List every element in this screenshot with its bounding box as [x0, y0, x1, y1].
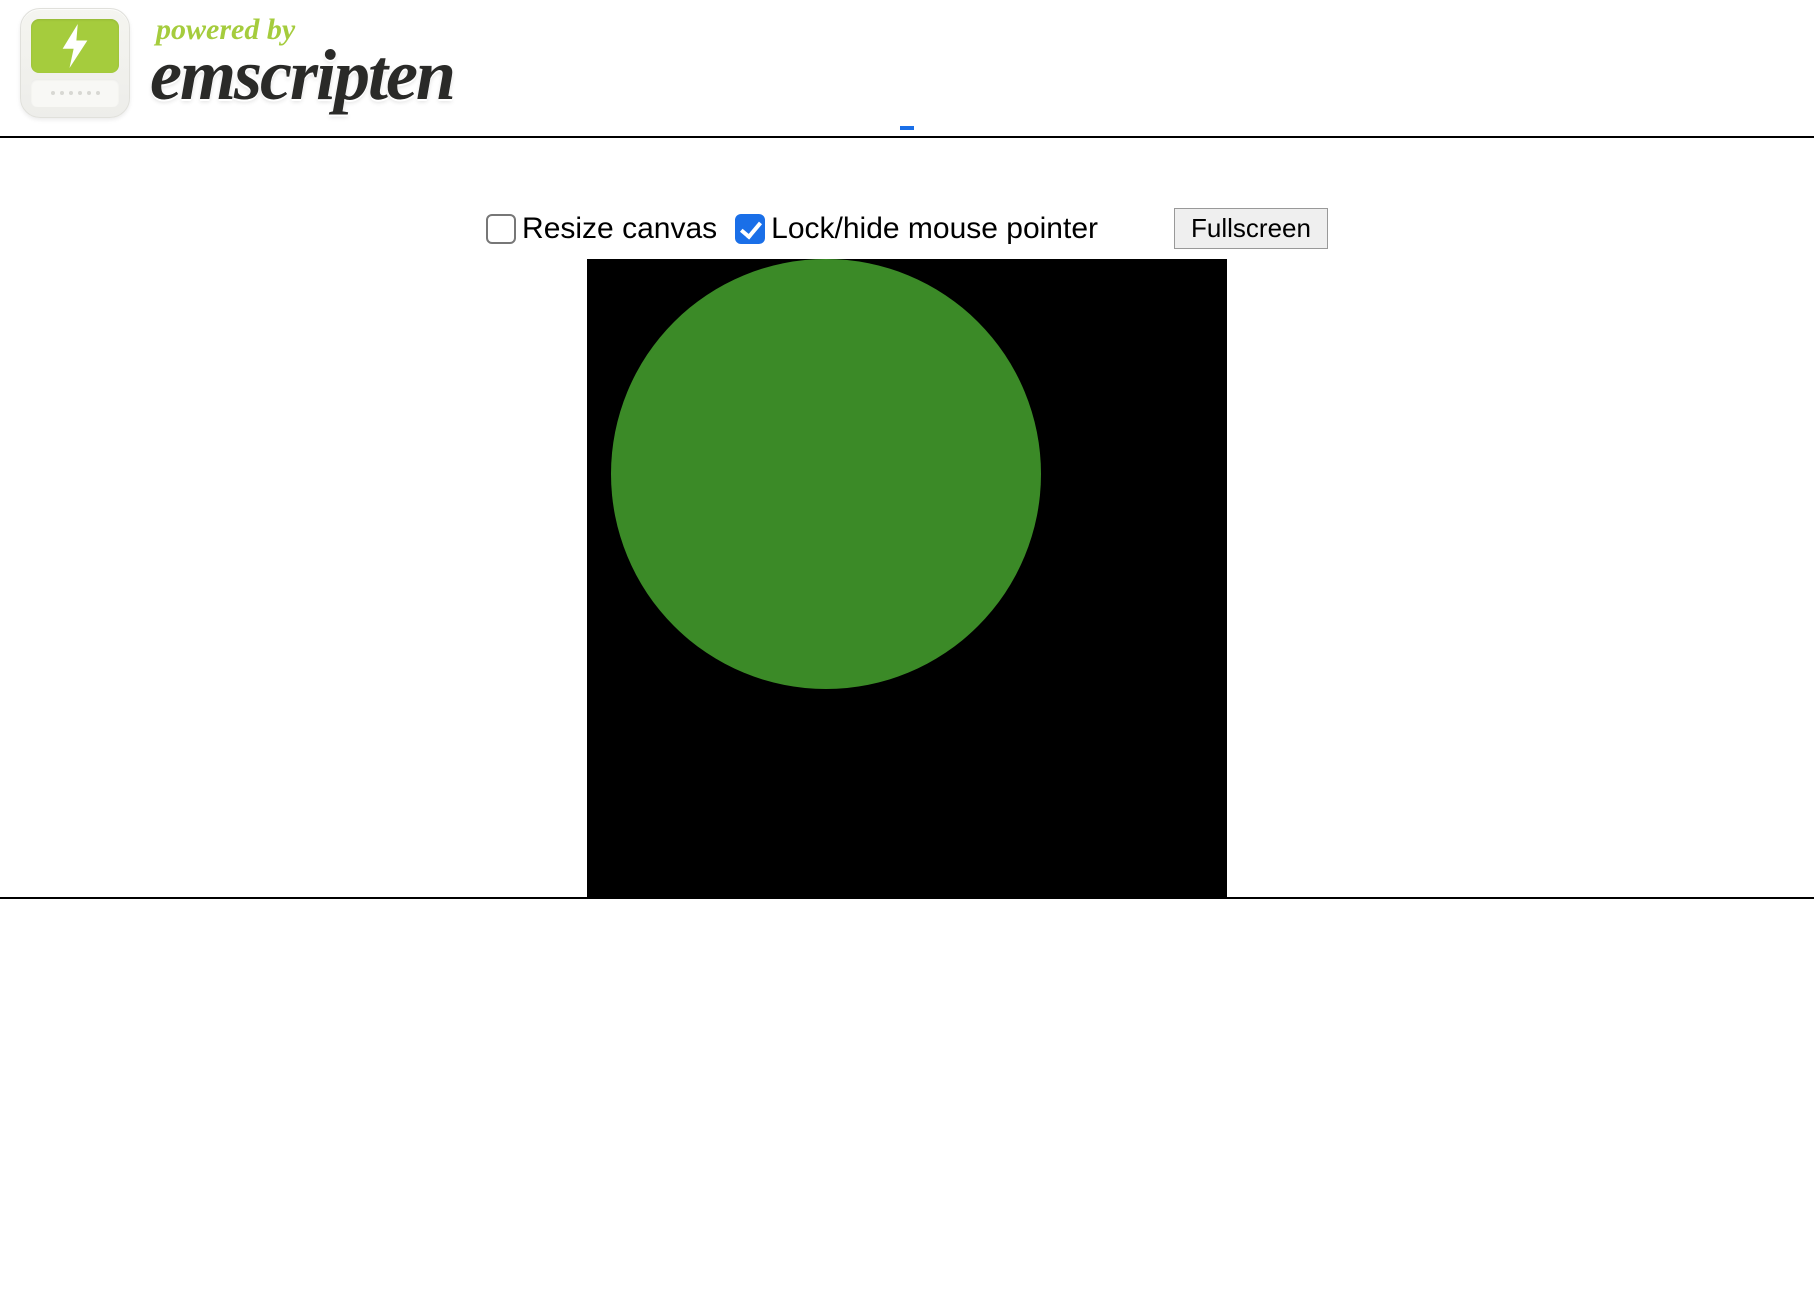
- resize-canvas-control[interactable]: Resize canvas: [486, 212, 717, 246]
- fullscreen-button[interactable]: Fullscreen: [1174, 208, 1328, 249]
- brand-text: powered by emscripten: [150, 15, 454, 111]
- bottom-divider: [0, 897, 1814, 899]
- logo-bolt-panel: [31, 19, 119, 73]
- resize-canvas-label: Resize canvas: [522, 212, 717, 246]
- logo-keyboard-strip: [31, 79, 119, 107]
- controls-row: Resize canvas Lock/hide mouse pointer Fu…: [0, 138, 1814, 259]
- rendered-circle: [611, 259, 1041, 689]
- lock-pointer-control[interactable]: Lock/hide mouse pointer: [735, 212, 1098, 246]
- header: powered by emscripten: [0, 0, 1814, 126]
- canvas-section: Resize canvas Lock/hide mouse pointer Fu…: [0, 138, 1814, 899]
- resize-canvas-checkbox[interactable]: [486, 214, 516, 244]
- emscripten-logo-icon: [20, 8, 130, 118]
- emscripten-canvas[interactable]: [587, 259, 1227, 899]
- lightning-bolt-icon: [58, 24, 92, 68]
- brand-name: emscripten: [150, 39, 454, 111]
- lock-pointer-label: Lock/hide mouse pointer: [771, 212, 1098, 246]
- lock-pointer-checkbox[interactable]: [735, 214, 765, 244]
- link-bar: [0, 126, 1814, 136]
- canvas-wrap: [0, 259, 1814, 899]
- separator-link[interactable]: [900, 126, 914, 130]
